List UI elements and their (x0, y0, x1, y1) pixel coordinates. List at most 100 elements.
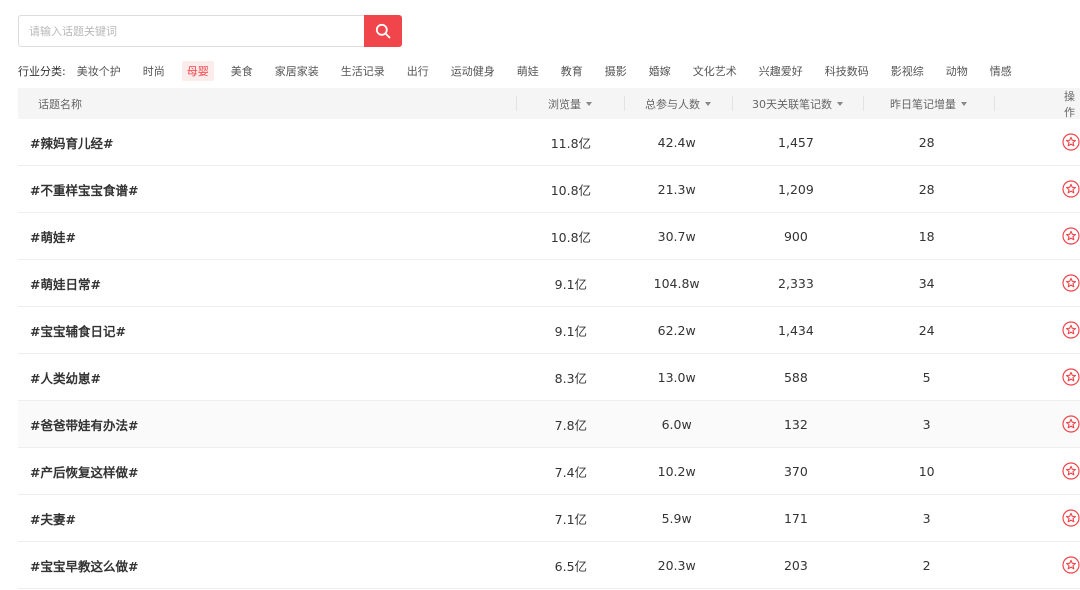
search-input[interactable] (18, 15, 364, 47)
category-item[interactable]: 母婴 (181, 61, 214, 81)
category-item[interactable]: 兴趣爱好 (754, 61, 808, 81)
views-value: 9.1亿 (554, 323, 588, 339)
favorite-button[interactable] (1062, 227, 1080, 245)
star-circle-icon (1062, 415, 1080, 433)
favorite-button[interactable] (1062, 274, 1080, 292)
topic-name[interactable]: #不重样宝宝食谱# (18, 166, 515, 212)
action-cell (992, 542, 1080, 588)
topic-name[interactable]: #爸爸带娃有办法# (18, 401, 515, 447)
action-cell (992, 495, 1080, 541)
action-cell (992, 354, 1080, 400)
notes-30d-value: 588 (783, 369, 808, 385)
participants-value: 13.0w (657, 369, 696, 385)
notes-30d-value: 171 (783, 510, 808, 526)
topic-name[interactable]: #人类幼崽# (18, 354, 515, 400)
action-cell (992, 119, 1080, 165)
header-yesterday-increment[interactable]: 昨日笔记增量 (863, 88, 994, 119)
category-item[interactable]: 家居家装 (270, 61, 324, 81)
table-row[interactable]: #产后恢复这样做# 7.4亿 10.2w 370 10 (18, 448, 1080, 495)
header-views[interactable]: 浏览量 (516, 88, 624, 119)
action-cell (992, 307, 1080, 353)
favorite-button[interactable] (1062, 462, 1080, 480)
favorite-button[interactable] (1062, 368, 1080, 386)
category-item[interactable]: 运动健身 (446, 61, 500, 81)
star-circle-icon (1062, 368, 1080, 386)
topic-name[interactable]: #萌娃日常# (18, 260, 515, 306)
table-row[interactable]: #宝宝早教这么做# 6.5亿 20.3w 203 2 (18, 542, 1080, 589)
star-circle-icon (1062, 556, 1080, 574)
views-value: 8.3亿 (554, 370, 588, 386)
category-item[interactable]: 时尚 (138, 61, 170, 81)
star-circle-icon (1062, 227, 1080, 245)
table-row[interactable]: #萌娃# 10.8亿 30.7w 900 18 (18, 213, 1080, 260)
views-value: 10.8亿 (550, 182, 592, 198)
yesterday-increment-value: 24 (918, 322, 935, 338)
table-row[interactable]: #爸爸带娃有办法# 7.8亿 6.0w 132 3 (18, 401, 1080, 448)
header-action: 操作 (994, 88, 1080, 119)
views-value: 6.5亿 (554, 558, 588, 574)
favorite-button[interactable] (1062, 321, 1080, 339)
table-row[interactable]: #夫妻# 7.1亿 5.9w 171 3 (18, 495, 1080, 542)
category-item[interactable]: 出行 (402, 61, 434, 81)
action-cell (992, 401, 1080, 447)
star-circle-icon (1062, 321, 1080, 339)
category-item[interactable]: 动物 (941, 61, 973, 81)
action-cell (992, 448, 1080, 494)
participants-value: 5.9w (661, 510, 692, 526)
header-participants-label: 总参与人数 (645, 97, 700, 111)
participants-value: 104.8w (653, 275, 700, 291)
category-item[interactable]: 生活记录 (336, 61, 390, 81)
star-circle-icon (1062, 133, 1080, 151)
topic-table: 话题名称 浏览量 总参与人数 30天关联笔记数 昨日笔记增量 操作 #辣妈育儿经… (18, 88, 1080, 589)
favorite-button[interactable] (1062, 133, 1080, 151)
participants-value: 20.3w (657, 557, 696, 573)
topic-name[interactable]: #宝宝辅食日记# (18, 307, 515, 353)
topic-name[interactable]: #夫妻# (18, 495, 515, 541)
star-circle-icon (1062, 509, 1080, 527)
favorite-button[interactable] (1062, 180, 1080, 198)
category-item[interactable]: 教育 (556, 61, 588, 81)
yesterday-increment-value: 2 (922, 557, 931, 573)
category-item[interactable]: 文化艺术 (688, 61, 742, 81)
table-row[interactable]: #人类幼崽# 8.3亿 13.0w 588 5 (18, 354, 1080, 401)
favorite-button[interactable] (1062, 556, 1080, 574)
participants-value: 6.0w (661, 416, 692, 432)
category-item[interactable]: 摄影 (600, 61, 632, 81)
yesterday-increment-value: 10 (918, 463, 935, 479)
participants-value: 62.2w (657, 322, 696, 338)
topic-name[interactable]: #辣妈育儿经# (18, 119, 515, 165)
category-item[interactable]: 美妆个护 (72, 61, 126, 81)
yesterday-increment-value: 18 (918, 228, 935, 244)
views-value: 10.8亿 (550, 229, 592, 245)
category-item[interactable]: 萌娃 (512, 61, 544, 81)
category-item[interactable]: 影视综 (886, 61, 929, 81)
topic-name[interactable]: #产后恢复这样做# (18, 448, 515, 494)
table-row[interactable]: #辣妈育儿经# 11.8亿 42.4w 1,457 28 (18, 119, 1080, 166)
star-circle-icon (1062, 274, 1080, 292)
favorite-button[interactable] (1062, 509, 1080, 527)
caret-down-icon (705, 102, 711, 106)
yesterday-increment-value: 34 (918, 275, 935, 291)
header-yesterday-increment-label: 昨日笔记增量 (890, 97, 956, 111)
topic-name[interactable]: #萌娃# (18, 213, 515, 259)
favorite-button[interactable] (1062, 415, 1080, 433)
caret-down-icon (837, 102, 843, 106)
category-item[interactable]: 婚嫁 (644, 61, 676, 81)
category-item[interactable]: 情感 (985, 61, 1017, 81)
category-item[interactable]: 美食 (226, 61, 258, 81)
category-filter: 行业分类: 美妆个护 时尚 母婴 美食 家居家装 生活记录 出行 运动健身 萌娃 教育 摄影 婚嫁 文化… (18, 61, 1029, 81)
table-row[interactable]: #萌娃日常# 9.1亿 104.8w 2,333 34 (18, 260, 1080, 307)
table-row[interactable]: #不重样宝宝食谱# 10.8亿 21.3w 1,209 28 (18, 166, 1080, 213)
category-item[interactable]: 科技数码 (820, 61, 874, 81)
table-row[interactable]: #宝宝辅食日记# 9.1亿 62.2w 1,434 24 (18, 307, 1080, 354)
search-button[interactable] (364, 15, 402, 47)
views-value: 7.1亿 (554, 511, 588, 527)
notes-30d-value: 900 (783, 228, 808, 244)
header-participants[interactable]: 总参与人数 (624, 88, 732, 119)
caret-down-icon (961, 102, 967, 106)
topic-name[interactable]: #宝宝早教这么做# (18, 542, 515, 588)
yesterday-increment-value: 3 (922, 510, 931, 526)
table-body: #辣妈育儿经# 11.8亿 42.4w 1,457 28 #不重样宝宝食谱# 10.8亿 2 1… (18, 119, 1080, 589)
views-value: 9.1亿 (554, 276, 588, 292)
header-notes-30d[interactable]: 30天关联笔记数 (732, 88, 863, 119)
